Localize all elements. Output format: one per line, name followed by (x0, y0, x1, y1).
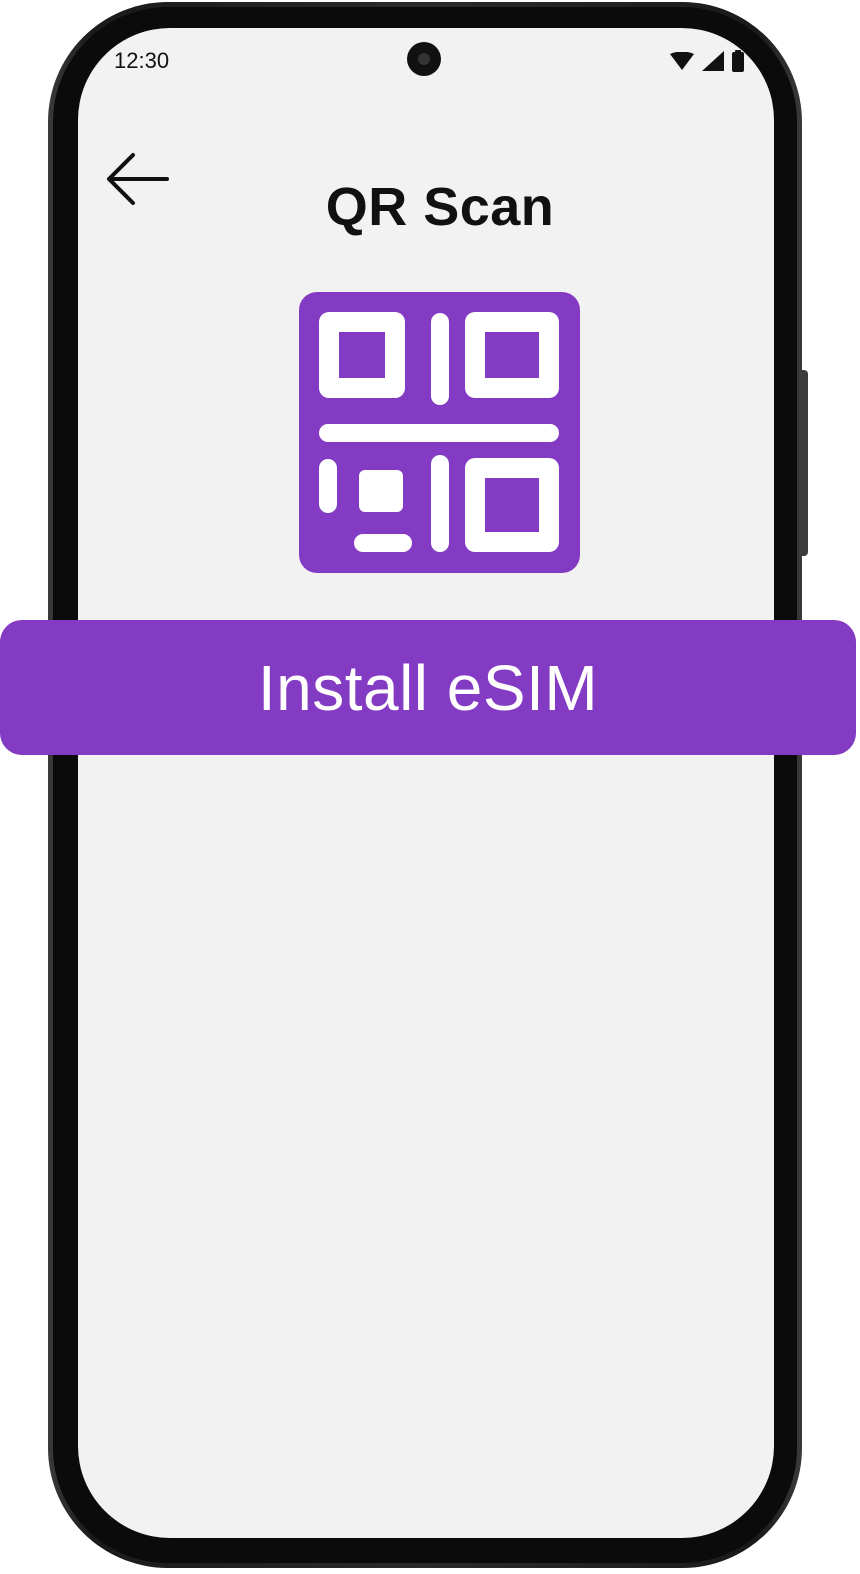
phone-screen: 12:30 QR Scan (78, 28, 774, 1538)
cellular-signal-icon (702, 51, 724, 71)
install-esim-button[interactable]: Install eSIM (0, 620, 856, 755)
status-icons (670, 50, 744, 72)
phone-side-button (800, 370, 808, 556)
battery-icon (732, 50, 744, 72)
page-title: QR Scan (325, 177, 555, 237)
wifi-icon (670, 52, 694, 70)
canvas: 12:30 QR Scan Install eSIM (0, 0, 860, 1574)
front-camera (407, 42, 441, 76)
qr-code-icon (299, 292, 580, 573)
status-time: 12:30 (114, 48, 170, 73)
